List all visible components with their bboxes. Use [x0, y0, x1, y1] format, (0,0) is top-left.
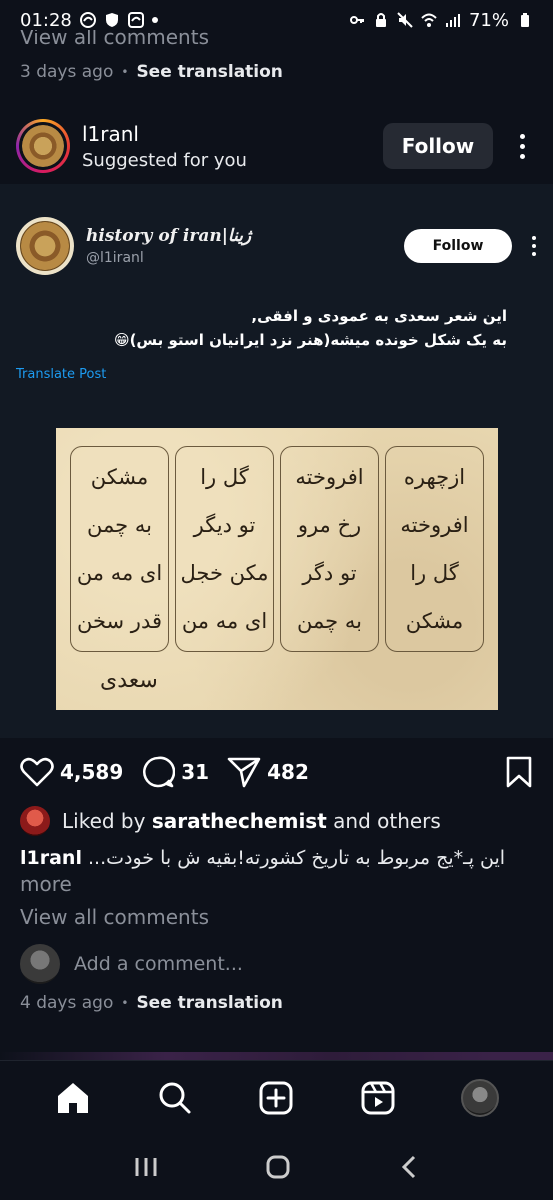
translate-post-link: Translate Post	[16, 367, 107, 382]
heart-icon[interactable]	[20, 757, 54, 787]
tweet-handle: @l1iranl	[86, 250, 144, 266]
comment-count[interactable]: 31	[181, 760, 209, 784]
poem-word: تو دگر	[302, 561, 357, 585]
view-all-comments-link[interactable]: View all comments	[20, 30, 209, 50]
add-comment-row[interactable]: Add a comment...	[20, 944, 243, 984]
previous-post-meta: 3 days ago • See translation	[20, 62, 283, 82]
signal-icon	[445, 14, 460, 27]
post-actions: 4,589 31 482	[20, 752, 533, 792]
suggested-label: Suggested for you	[82, 149, 247, 171]
my-avatar	[20, 944, 60, 984]
poem-word: افروخته	[295, 465, 364, 489]
poem-column: گل را تو دیگر مکن خجل ای مه من	[175, 446, 274, 652]
nav-profile[interactable]	[455, 1073, 505, 1123]
battery-icon	[521, 13, 529, 27]
tweet-more-icon	[522, 236, 546, 256]
caption-text: این پـ*یج مربوط به تاریخ کشورته!بقیه ش ب…	[88, 847, 506, 869]
tweet-header: history of iran|ژینا @l1iranl Follow	[16, 214, 546, 278]
liked-by-prefix: Liked by	[62, 809, 146, 833]
poem-image: ازچهره افروخته گل را مشکن افروخته رخ مرو…	[56, 428, 498, 710]
post-header: l1ranl Suggested for you Follow	[0, 110, 553, 182]
poem-column: ازچهره افروخته گل را مشکن	[385, 446, 484, 652]
post-meta: 4 days ago • See translation	[20, 993, 283, 1013]
poem-word: مکن خجل	[180, 561, 269, 585]
tweet-text-line: به یک شکل خونده میشه(هنر نزد ایرانیان اس…	[113, 331, 507, 349]
shield-icon	[105, 13, 118, 27]
poem-column: افروخته رخ مرو تو دگر به چمن	[280, 446, 379, 652]
poem-column: مشکن به چمن ای مه من قدر سخن	[70, 446, 169, 652]
see-translation-link[interactable]: See translation	[136, 993, 282, 1013]
author-username[interactable]: l1ranl	[82, 122, 247, 146]
home-icon	[57, 1082, 88, 1113]
home-button-icon[interactable]	[265, 1154, 291, 1180]
caption-more-link[interactable]: more	[20, 872, 72, 896]
more-options-icon[interactable]	[507, 123, 537, 169]
post-date: 4 days ago	[20, 993, 114, 1013]
poem-word: ای مه من	[181, 609, 268, 633]
poem-word: رخ مرو	[297, 513, 362, 537]
see-translation-link[interactable]: See translation	[136, 62, 282, 82]
add-comment-input[interactable]: Add a comment...	[74, 953, 243, 975]
edge-icon	[127, 12, 144, 28]
next-post-edge	[0, 1052, 553, 1060]
separator-dot: •	[121, 996, 129, 1010]
mute-icon	[397, 12, 413, 28]
poem-word: به چمن	[87, 513, 152, 537]
share-icon[interactable]	[227, 756, 261, 788]
caption-username[interactable]: l1ranl	[20, 847, 82, 869]
battery-percent: 71%	[468, 9, 509, 31]
back-icon[interactable]	[399, 1155, 419, 1179]
poem-word: قدر سخن	[76, 609, 162, 633]
recent-apps-icon[interactable]	[134, 1156, 158, 1178]
poem-word: تو دیگر	[193, 513, 256, 537]
poem-word: افروخته	[400, 513, 469, 537]
search-icon	[159, 1082, 191, 1113]
follow-button[interactable]: Follow	[383, 123, 493, 169]
wifi-icon	[421, 13, 437, 27]
poem-word: مشکن	[90, 465, 149, 489]
poem-word: به چمن	[297, 609, 362, 633]
create-icon	[259, 1081, 293, 1114]
author-avatar[interactable]	[16, 119, 70, 173]
poem-word: ازچهره	[403, 465, 466, 489]
profile-avatar	[461, 1078, 500, 1117]
status-time: 01:28	[20, 9, 72, 31]
view-all-comments-link[interactable]: View all comments	[20, 905, 209, 929]
share-count[interactable]: 482	[267, 760, 309, 784]
edge-icon	[79, 12, 96, 28]
nav-create[interactable]	[251, 1073, 301, 1123]
tweet-display-name: history of iran|ژینا	[86, 226, 252, 246]
tweet-text: این شعر سعدی به عمودی و افقی, به یک شکل …	[37, 304, 507, 352]
tweet-follow-button: Follow	[404, 229, 512, 263]
bottom-nav	[0, 1060, 553, 1134]
tweet-text-line: این شعر سعدی به عمودی و افقی,	[251, 307, 507, 325]
comment-icon[interactable]	[141, 755, 176, 789]
separator-dot: •	[121, 65, 129, 79]
liker-username[interactable]: sarathechemist	[152, 809, 327, 833]
nav-reels[interactable]	[353, 1073, 403, 1123]
liked-by-suffix: and others	[333, 809, 441, 833]
poem-word: گل را	[200, 465, 249, 489]
like-count[interactable]: 4,589	[60, 760, 123, 784]
poem-signature: سعدی	[100, 668, 158, 693]
post-date: 3 days ago	[20, 62, 114, 82]
liked-by-row[interactable]: Liked by sarathechemist and others	[20, 806, 441, 836]
liker-avatar	[20, 806, 50, 836]
system-nav	[0, 1134, 553, 1200]
lock-icon	[375, 13, 386, 27]
reels-icon	[361, 1081, 395, 1114]
key-icon	[349, 16, 364, 24]
poem-word: ای مه من	[76, 561, 163, 585]
nav-search[interactable]	[150, 1073, 200, 1123]
tweet-avatar	[16, 217, 74, 275]
post-media[interactable]: history of iran|ژینا @l1iranl Follow این…	[0, 184, 553, 738]
poem-word: گل را	[410, 561, 459, 585]
poem-word: مشکن	[405, 609, 464, 633]
bookmark-icon[interactable]	[505, 756, 533, 788]
post-caption: l1ranl این پـ*یج مربوط به تاریخ کشورته!ب…	[20, 844, 533, 872]
nav-home[interactable]	[48, 1073, 98, 1123]
dot-icon	[151, 17, 158, 23]
